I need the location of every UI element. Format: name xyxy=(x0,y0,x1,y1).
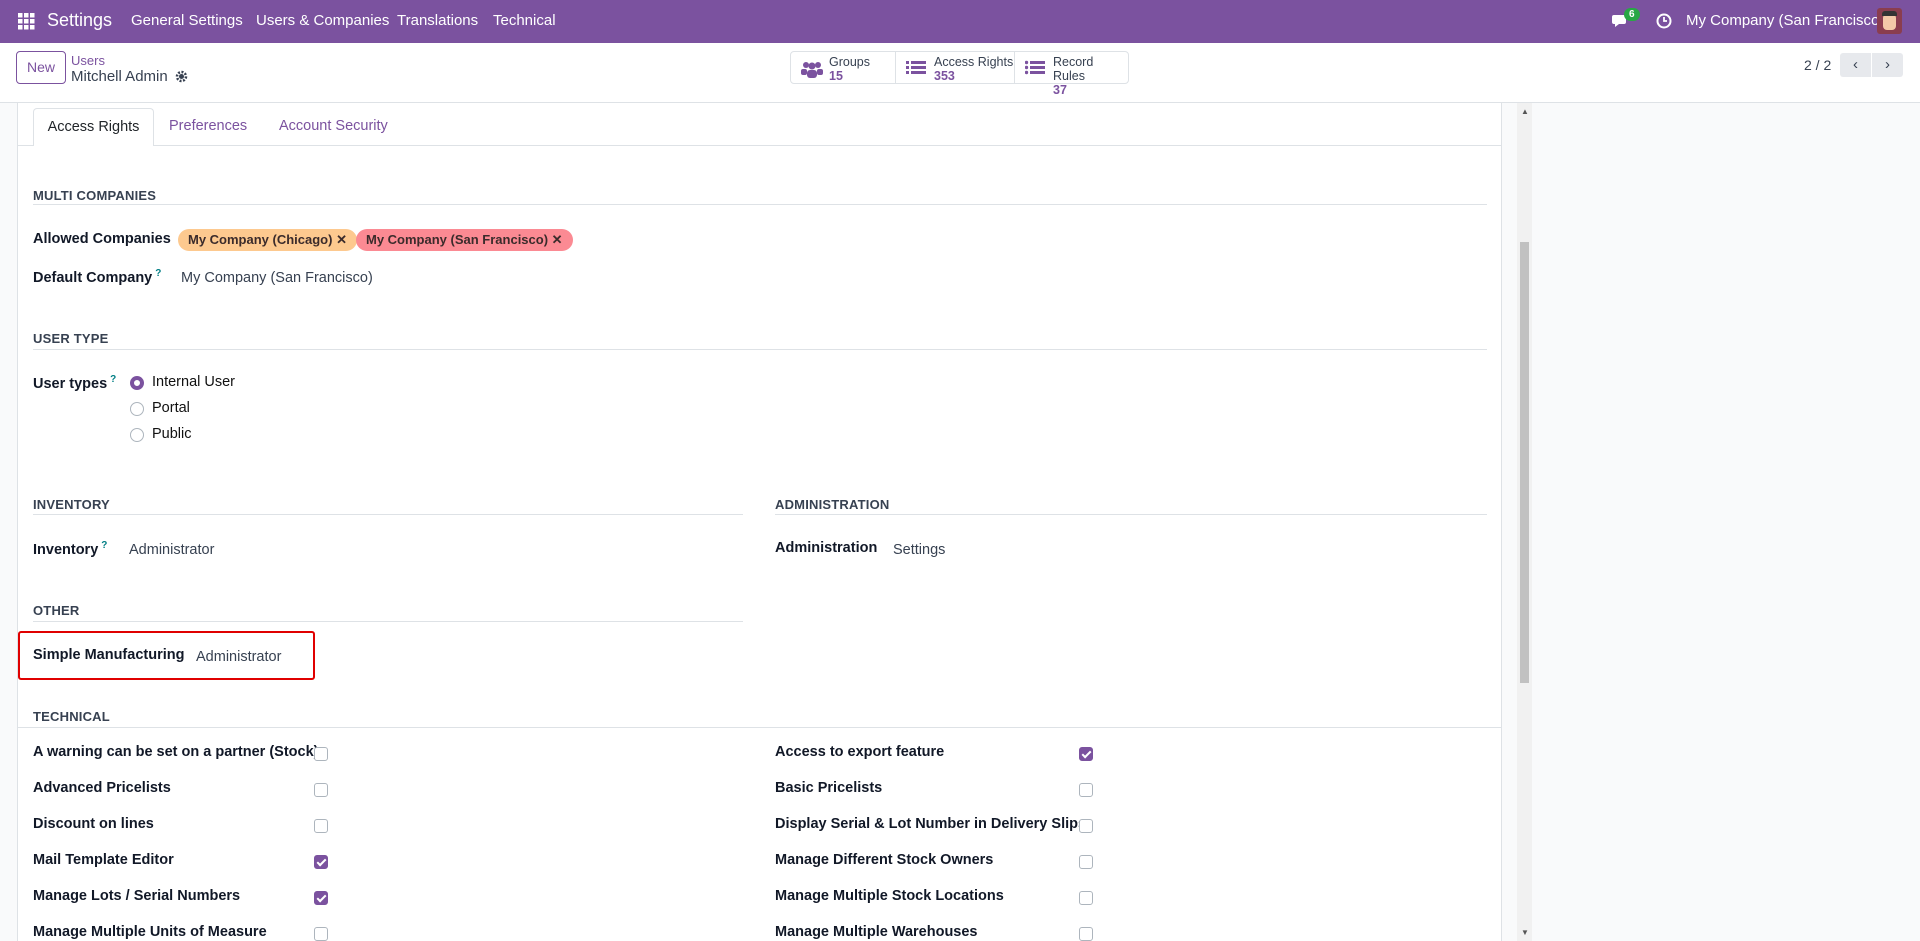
technical-option-label: Mail Template Editor xyxy=(33,852,174,868)
remove-tag-icon[interactable]: ✕ xyxy=(552,232,563,247)
label-text: Default Company xyxy=(33,269,153,286)
stat-record-rules-button[interactable]: Record Rules 37 xyxy=(1014,51,1129,97)
section-multi-companies: MULTI COMPANIES xyxy=(33,188,157,203)
section-other: OTHER xyxy=(33,603,80,618)
technical-option-checkbox[interactable] xyxy=(314,855,328,869)
technical-option-label: Manage Multiple Units of Measure xyxy=(33,924,267,940)
menu-technical[interactable]: Technical xyxy=(493,12,556,29)
technical-option-checkbox[interactable] xyxy=(314,783,328,797)
remove-tag-icon[interactable]: ✕ xyxy=(336,232,347,247)
menu-translations[interactable]: Translations xyxy=(397,12,478,29)
tag-company-san-francisco: My Company (San Francisco) ✕ xyxy=(356,229,573,251)
technical-option-checkbox[interactable] xyxy=(1079,783,1093,797)
default-company-field[interactable]: My Company (San Francisco) xyxy=(181,270,373,286)
inventory-label: Inventory? xyxy=(33,540,107,558)
technical-option-label: Discount on lines xyxy=(33,816,154,832)
radio-internal-user[interactable] xyxy=(130,376,144,390)
technical-option-label: Manage Different Stock Owners xyxy=(775,852,994,868)
tab-access-rights[interactable]: Access Rights xyxy=(33,108,154,146)
menu-general-settings[interactable]: General Settings xyxy=(131,12,243,29)
simple-manufacturing-field[interactable]: Administrator xyxy=(196,649,281,665)
radio-public[interactable] xyxy=(130,428,144,442)
technical-option-checkbox[interactable] xyxy=(314,819,328,833)
scrollbar-thumb[interactable] xyxy=(1520,242,1529,683)
record-title: Mitchell Admin xyxy=(71,68,168,85)
stat-label: Access Rights xyxy=(934,55,1014,69)
radio-label: Public xyxy=(152,426,192,442)
stat-groups-button[interactable]: Groups 15 xyxy=(790,51,896,84)
technical-option-checkbox[interactable] xyxy=(1079,747,1093,761)
stat-value: 15 xyxy=(829,69,843,83)
list-icon xyxy=(906,61,926,74)
technical-option-checkbox[interactable] xyxy=(314,927,328,941)
scroll-down-arrow-icon[interactable]: ▼ xyxy=(1521,928,1529,937)
technical-option-label: Manage Multiple Stock Locations xyxy=(775,888,1004,904)
technical-option-label: Display Serial & Lot Number in Delivery … xyxy=(775,816,1087,832)
technical-option-checkbox[interactable] xyxy=(314,747,328,761)
technical-option-checkbox[interactable] xyxy=(1079,819,1093,833)
pager-previous-button[interactable]: ‹ xyxy=(1840,53,1871,77)
chat-badge: 6 xyxy=(1624,8,1640,21)
simple-manufacturing-label: Simple Manufacturing xyxy=(33,647,185,663)
scrollbar[interactable]: ▲ ▼ xyxy=(1517,103,1532,941)
stat-value: 353 xyxy=(934,69,955,83)
allowed-companies-label: Allowed Companies xyxy=(33,231,171,247)
section-technical: TECHNICAL xyxy=(33,709,110,724)
section-inventory: INVENTORY xyxy=(33,497,110,512)
technical-option-checkbox[interactable] xyxy=(314,891,328,905)
top-navbar: Settings General Settings Users & Compan… xyxy=(0,0,1920,43)
technical-option-label: Basic Pricelists xyxy=(775,780,883,796)
technical-option-checkbox[interactable] xyxy=(1079,891,1093,905)
radio-label: Portal xyxy=(152,400,190,416)
list-ul-icon xyxy=(1025,60,1045,75)
pager-next-button[interactable]: › xyxy=(1872,53,1903,77)
label-text: Inventory xyxy=(33,541,99,558)
clock-icon[interactable] xyxy=(1656,13,1672,29)
radio-label: Internal User xyxy=(152,374,236,390)
technical-option-checkbox[interactable] xyxy=(1079,855,1093,869)
radio-portal[interactable] xyxy=(130,402,144,416)
technical-option-label: Manage Multiple Warehouses xyxy=(775,924,978,940)
stat-label: Groups xyxy=(829,55,870,69)
technical-option-label: A warning can be set on a partner (Stock… xyxy=(33,744,319,760)
menu-users-companies[interactable]: Users & Companies xyxy=(256,12,389,29)
company-switcher[interactable]: My Company (San Francisco) xyxy=(1686,12,1884,29)
stat-value: 37 xyxy=(1053,83,1067,97)
technical-option-checkbox[interactable] xyxy=(1079,927,1093,941)
default-company-label: Default Company? xyxy=(33,268,161,286)
pager-value[interactable]: 2 / 2 xyxy=(1804,57,1831,73)
administration-label: Administration xyxy=(775,540,878,556)
technical-option-label: Advanced Pricelists xyxy=(33,780,171,796)
section-administration: ADMINISTRATION xyxy=(775,497,890,512)
user-types-label: User types? xyxy=(33,374,116,392)
technical-option-label: Access to export feature xyxy=(775,744,945,760)
section-user-type: USER TYPE xyxy=(33,331,109,346)
tab-preferences[interactable]: Preferences xyxy=(169,118,247,134)
breadcrumb-users[interactable]: Users xyxy=(71,53,105,68)
gear-icon[interactable] xyxy=(175,70,188,83)
stat-access-rights-button[interactable]: Access Rights 353 xyxy=(895,51,1015,84)
users-icon xyxy=(801,62,823,78)
help-icon[interactable]: ? xyxy=(155,268,161,279)
scroll-up-arrow-icon[interactable]: ▲ xyxy=(1521,107,1529,116)
apps-grid-icon[interactable] xyxy=(18,13,35,30)
user-avatar[interactable] xyxy=(1877,8,1902,34)
inventory-field[interactable]: Administrator xyxy=(129,542,214,558)
help-icon[interactable]: ? xyxy=(110,374,116,385)
administration-field[interactable]: Settings xyxy=(893,542,945,558)
tab-account-security[interactable]: Account Security xyxy=(279,118,388,134)
tag-label: My Company (Chicago) xyxy=(188,232,333,247)
technical-option-label: Manage Lots / Serial Numbers xyxy=(33,888,241,904)
label-text: User types xyxy=(33,375,108,392)
stat-label: Record Rules xyxy=(1053,55,1094,83)
help-icon[interactable]: ? xyxy=(101,540,107,551)
tag-label: My Company (San Francisco) xyxy=(366,232,549,247)
new-button[interactable]: New xyxy=(16,51,66,84)
app-name[interactable]: Settings xyxy=(47,10,112,31)
tag-company-chicago: My Company (Chicago) ✕ xyxy=(178,229,357,251)
